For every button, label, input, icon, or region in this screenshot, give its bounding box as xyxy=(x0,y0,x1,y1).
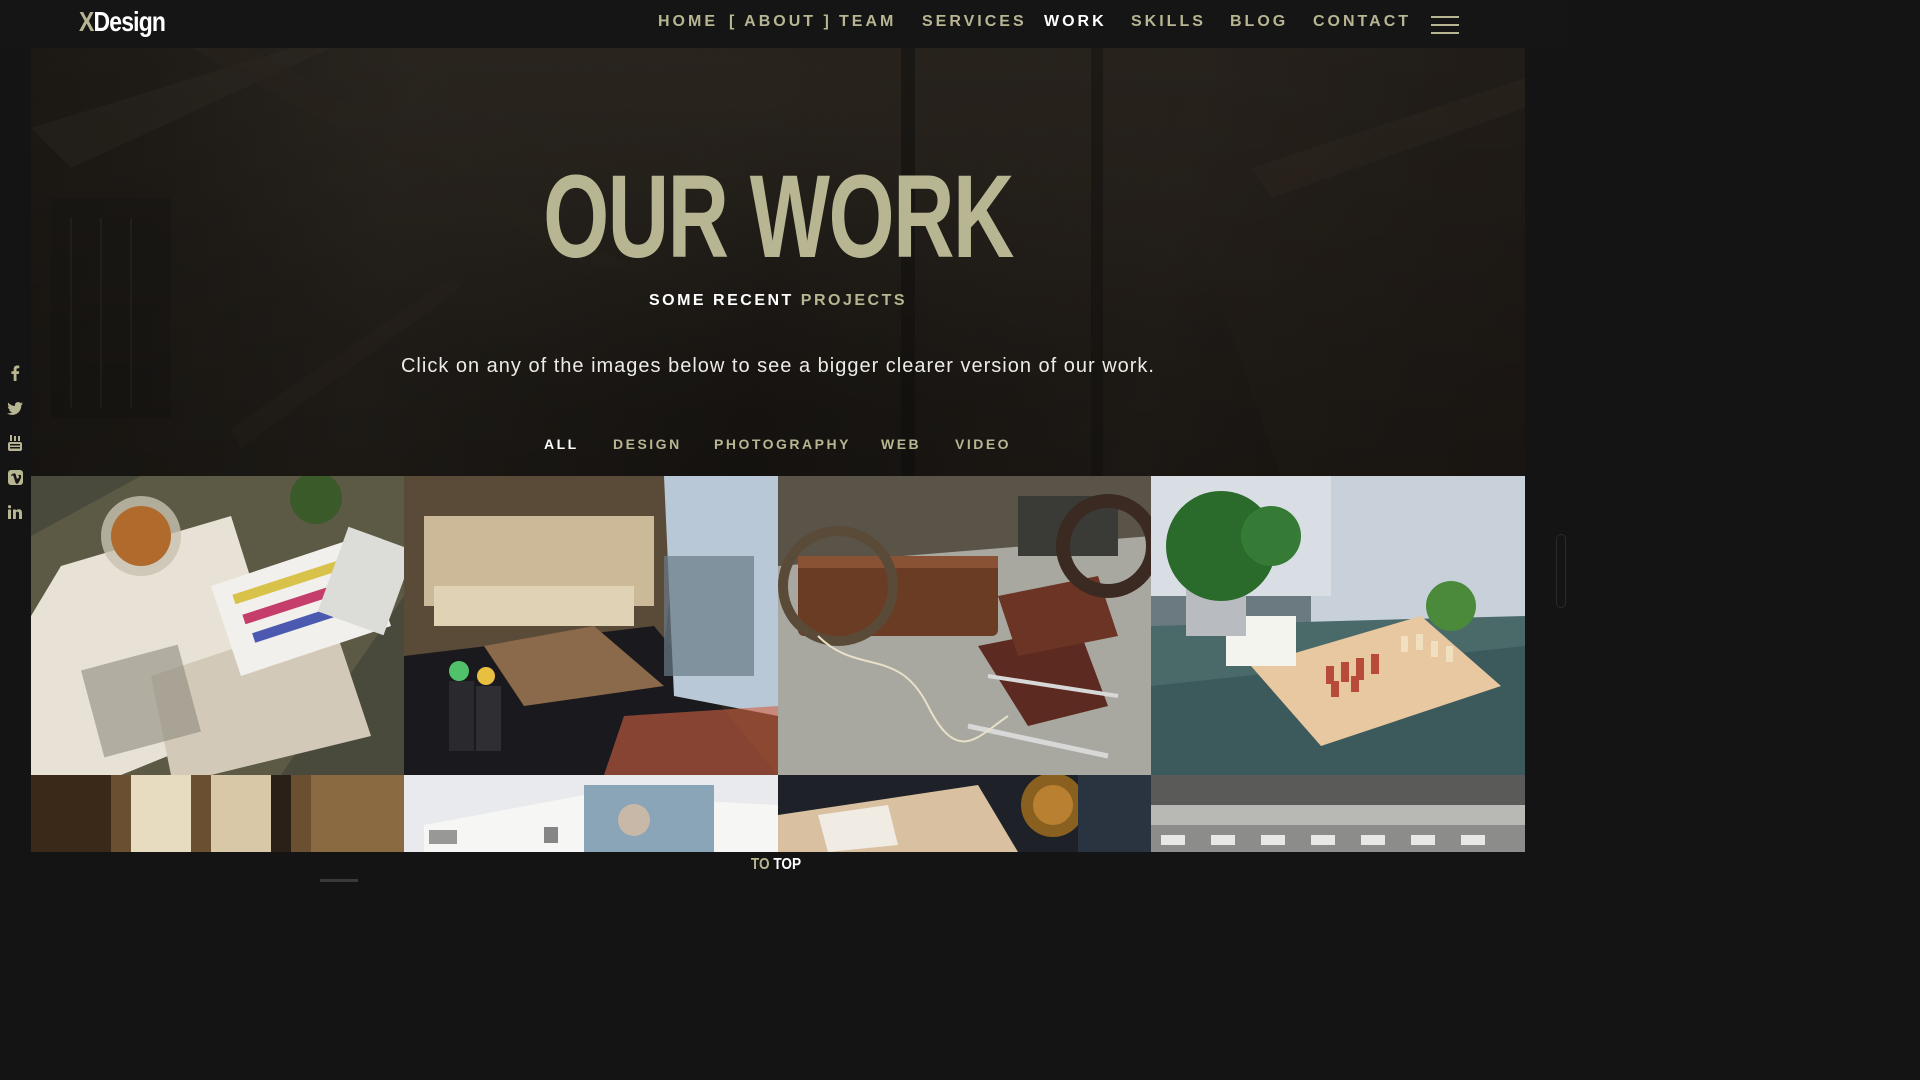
nav-team[interactable]: TEAM xyxy=(839,13,896,31)
linkedin-icon[interactable] xyxy=(6,503,24,521)
nav-work[interactable]: WORK xyxy=(1044,13,1107,31)
nav-services[interactable]: SERVICES xyxy=(922,13,1027,31)
page-title: OUR WORK xyxy=(543,151,1014,283)
gallery-item[interactable] xyxy=(31,775,404,852)
scrollbar-track[interactable] xyxy=(1552,0,1568,882)
brand-logo[interactable]: XDesign xyxy=(79,6,166,38)
vimeo-icon[interactable] xyxy=(6,468,24,486)
to-top-part-b: TOP xyxy=(773,856,802,873)
subtitle-part-b: PROJECTS xyxy=(800,292,908,309)
logo-text: Design xyxy=(93,6,166,37)
youtube-icon[interactable] xyxy=(6,434,24,452)
hamburger-icon[interactable] xyxy=(1431,16,1459,34)
nav-skills[interactable]: SKILLS xyxy=(1131,13,1206,31)
gallery-item[interactable] xyxy=(31,476,404,775)
logo-x: X xyxy=(79,6,94,37)
filter-video[interactable]: VIDEO xyxy=(955,436,1011,452)
to-top-part-a: TO xyxy=(750,856,770,873)
gallery-item[interactable] xyxy=(778,476,1151,775)
gallery-image-chess xyxy=(1151,476,1525,775)
scrollbar-thumb[interactable] xyxy=(1556,534,1566,608)
gallery-item[interactable] xyxy=(1151,775,1525,852)
portfolio-gallery xyxy=(31,476,1525,852)
nav-home[interactable]: HOME xyxy=(658,13,718,31)
facebook-icon[interactable] xyxy=(6,364,24,382)
gallery-image-magazine xyxy=(404,775,778,852)
nav-about[interactable]: [ ABOUT ] xyxy=(729,13,832,31)
gallery-item[interactable] xyxy=(778,775,1151,852)
portfolio-filters: ALL DESIGN PHOTOGRAPHY WEB VIDEO xyxy=(31,436,1525,458)
filter-photography[interactable]: PHOTOGRAPHY xyxy=(714,436,851,452)
gallery-image-columns xyxy=(31,775,404,852)
gallery-image-beach xyxy=(1151,775,1525,852)
filter-web[interactable]: WEB xyxy=(881,436,921,452)
gallery-image-suitcase-skates xyxy=(778,476,1151,775)
hero-section: OUR WORK SOME RECENT PROJECTS Click on a… xyxy=(31,48,1525,476)
twitter-icon[interactable] xyxy=(6,399,24,417)
gallery-item[interactable] xyxy=(404,476,778,775)
gallery-image-cheese xyxy=(778,775,1151,852)
gallery-image-staircase xyxy=(404,476,778,775)
gallery-item[interactable] xyxy=(1151,476,1525,775)
filter-all[interactable]: ALL xyxy=(544,436,579,452)
gallery-item[interactable] xyxy=(404,775,778,852)
subtitle-part-a: SOME RECENT xyxy=(648,292,794,309)
nav-contact[interactable]: CONTACT xyxy=(1313,13,1411,31)
gallery-image-desk xyxy=(31,476,404,775)
page-description: Click on any of the images below to see … xyxy=(400,355,1155,377)
top-navigation-bar: XDesign HOME [ ABOUT ] TEAM SERVICES WOR… xyxy=(0,0,1568,48)
filter-design[interactable]: DESIGN xyxy=(613,436,682,452)
nav-blog[interactable]: BLOG xyxy=(1230,13,1288,31)
to-top-link[interactable]: TO TOP xyxy=(116,856,1435,874)
bottom-divider xyxy=(320,879,358,882)
page-subtitle: SOME RECENT PROJECTS xyxy=(31,292,1525,310)
